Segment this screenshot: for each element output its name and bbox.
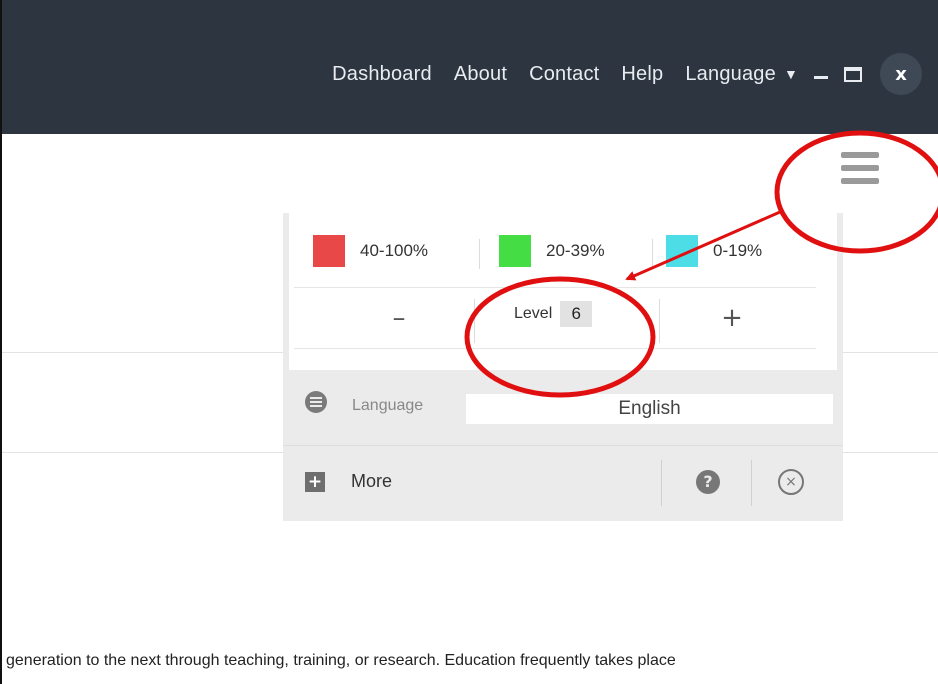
level-stepper: – Level 6 + (289, 291, 837, 349)
body-text-cut: . (6, 676, 10, 684)
legend-swatch-medium (499, 235, 531, 267)
level-value: 6 (560, 301, 593, 327)
title-bar: Dashboard About Contact Help Language ▼ … (0, 0, 938, 134)
more-button[interactable]: More (351, 471, 392, 492)
language-label: Language (352, 397, 424, 414)
help-circle-icon[interactable]: ? (696, 470, 720, 494)
level-label: Level (514, 305, 553, 322)
level-increase-button[interactable]: + (712, 303, 752, 339)
legend-label-high: 40-100% (360, 241, 429, 260)
panel-top-section: 40-100% 20-39% 0-19% – Level 6 + (289, 213, 837, 370)
minimize-icon[interactable] (814, 75, 828, 79)
nav-about[interactable]: About (454, 63, 507, 86)
content-divider (0, 352, 283, 353)
legend-item-low: 0-19% (666, 235, 762, 267)
language-row: Language English (283, 370, 843, 446)
legend-row: 40-100% 20-39% 0-19% (289, 213, 837, 291)
legend-label-medium: 20-39% (546, 241, 605, 260)
list-icon (305, 391, 327, 413)
level-display: Level 6 (514, 301, 593, 327)
legend-item-medium: 20-39% (499, 235, 605, 267)
footer-divider (661, 460, 662, 506)
left-border (0, 0, 2, 684)
nav-help[interactable]: Help (621, 63, 663, 86)
content-divider (843, 352, 938, 353)
hamburger-menu-icon[interactable] (841, 152, 879, 186)
app-window: Dashboard About Contact Help Language ▼ … (0, 0, 938, 684)
close-icon[interactable]: x (880, 53, 922, 95)
row-divider (294, 348, 816, 349)
top-nav: Dashboard About Contact Help Language ▼ … (332, 53, 938, 95)
nav-language-label: Language (685, 62, 776, 85)
plus-square-icon[interactable]: + (305, 472, 325, 492)
legend-divider (479, 239, 480, 269)
level-divider (659, 299, 660, 343)
body-text: generation to the next through teaching,… (6, 652, 676, 669)
level-decrease-button[interactable]: – (379, 303, 419, 339)
nav-dashboard[interactable]: Dashboard (332, 63, 432, 86)
legend-label-low: 0-19% (713, 241, 763, 260)
legend-item-high: 40-100% (313, 235, 428, 267)
nav-contact[interactable]: Contact (529, 63, 599, 86)
language-select[interactable]: English (466, 394, 833, 424)
panel-footer: + More ? × (283, 446, 843, 521)
settings-panel: 40-100% 20-39% 0-19% – Level 6 + Languag… (283, 213, 843, 521)
legend-swatch-high (313, 235, 345, 267)
content-divider (0, 452, 283, 453)
nav-language-dropdown[interactable]: Language ▼ (685, 63, 798, 86)
chevron-down-icon: ▼ (783, 66, 798, 82)
level-divider (474, 299, 475, 343)
row-divider (294, 287, 816, 288)
close-circle-icon[interactable]: × (778, 469, 804, 495)
close-symbol: x (895, 63, 907, 85)
content-divider (843, 452, 938, 453)
footer-divider (751, 460, 752, 506)
maximize-icon[interactable] (844, 66, 862, 82)
legend-swatch-low (666, 235, 698, 267)
legend-divider (652, 239, 653, 269)
